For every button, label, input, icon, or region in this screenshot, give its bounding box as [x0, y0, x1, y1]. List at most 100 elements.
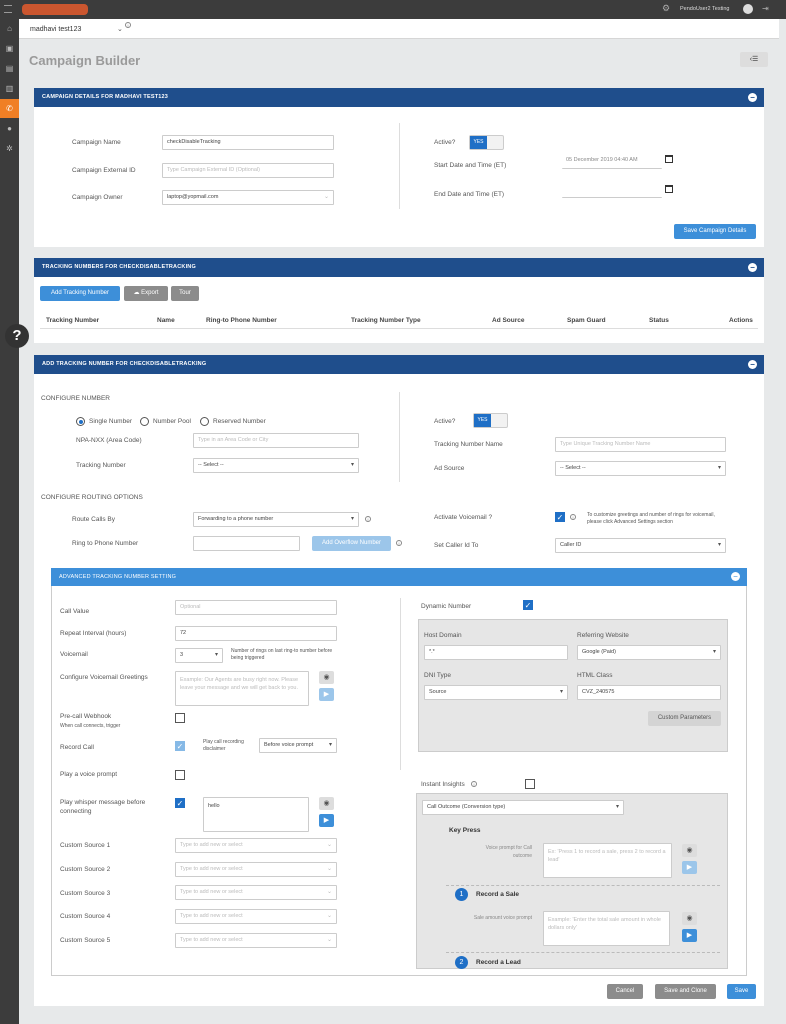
save-campaign-details-button[interactable]: Save Campaign Details: [674, 224, 756, 239]
reserved-number-radio[interactable]: [200, 417, 209, 426]
users-icon[interactable]: ●: [0, 119, 19, 138]
gear-icon[interactable]: ⚙: [662, 3, 670, 14]
cancel-button[interactable]: Cancel: [607, 984, 643, 999]
collapse-list-button[interactable]: ‹☰: [740, 52, 768, 67]
add-overflow-number-button[interactable]: Add Overflow Number: [312, 536, 391, 551]
chevron-down-icon: ⌄: [326, 842, 332, 848]
home-icon[interactable]: ⌂: [0, 19, 19, 38]
npa-input[interactable]: Type in an Area Code or City: [193, 433, 359, 448]
campaign-name-input[interactable]: checkDisableTracking: [162, 135, 334, 150]
route-calls-select[interactable]: Forwarding to a phone number ▾: [193, 512, 359, 527]
html-class-input[interactable]: CVZ_240575: [577, 685, 721, 700]
columns-icon[interactable]: ▥: [0, 79, 19, 98]
dni-type-select[interactable]: Source ▾: [424, 685, 568, 700]
ad-source-select[interactable]: -- Select -- ▾: [555, 461, 726, 476]
custom-parameters-button[interactable]: Custom Parameters: [648, 711, 721, 726]
instant-insights-checkbox[interactable]: [525, 779, 535, 789]
info-icon[interactable]: i: [471, 781, 477, 787]
chevron-down-icon: ⌄: [326, 889, 332, 895]
save-and-clone-button[interactable]: Save and Clone: [655, 984, 716, 999]
campaign-external-id-input[interactable]: Type Campaign External ID (Optional): [162, 163, 334, 178]
phone-icon[interactable]: ✆: [0, 99, 19, 118]
record-icon[interactable]: ◉: [682, 912, 697, 925]
tracking-number-name-input[interactable]: Type Unique Tracking Number Name: [555, 437, 726, 452]
advanced-settings-body: Call Value Optional Repeat Interval (hou…: [51, 586, 747, 976]
campaign-details-header: CAMPAIGN DETAILS FOR MADHAVI TEST123 −: [34, 88, 764, 107]
play-icon[interactable]: ▶: [319, 814, 334, 827]
end-date-label: End Date and Time (ET): [434, 191, 505, 198]
whisper-checkbox[interactable]: ✓: [175, 798, 185, 808]
add-tracking-number-button[interactable]: Add Tracking Number: [40, 286, 120, 301]
single-number-radio[interactable]: [76, 417, 85, 426]
chevron-down-icon: ▾: [615, 804, 619, 810]
play-icon[interactable]: ▶: [319, 688, 334, 701]
sale-amount-textarea[interactable]: Example: 'Enter the total sale amount in…: [543, 911, 670, 946]
voice-prompt-checkbox[interactable]: [175, 770, 185, 780]
repeat-interval-input[interactable]: 72: [175, 626, 337, 641]
number-pool-radio[interactable]: [140, 417, 149, 426]
collapse-icon[interactable]: −: [731, 572, 740, 581]
record-when-value: Before voice prompt: [264, 742, 314, 748]
campaign-owner-value: laptop@yopmail.com: [167, 194, 219, 200]
collapse-icon[interactable]: −: [748, 263, 757, 272]
info-icon[interactable]: i: [570, 514, 576, 520]
help-icon[interactable]: ?: [5, 324, 29, 348]
record-when-select[interactable]: Before voice prompt ▾: [259, 738, 337, 753]
record-icon[interactable]: ◉: [319, 671, 334, 684]
voicemail-rings-select[interactable]: 3 ▾: [175, 648, 223, 663]
tracking-number-select[interactable]: -- Select -- ▾: [193, 458, 359, 473]
menu-icon[interactable]: [4, 5, 12, 13]
account-select[interactable]: madhavi test123: [30, 26, 81, 33]
whisper-textarea[interactable]: hello: [203, 797, 309, 832]
image-icon[interactable]: ▣: [0, 39, 19, 58]
chevron-down-icon[interactable]: ⌄: [117, 25, 123, 33]
active-toggle[interactable]: YES: [469, 135, 504, 150]
ring-to-phone-label: Ring to Phone Number: [72, 540, 139, 547]
call-outcome-select[interactable]: Call Outcome (Conversion type) ▾: [422, 800, 624, 815]
campaign-details-panel: Campaign Name checkDisableTracking Campa…: [34, 107, 764, 247]
voicemail-rings-note: Number of rings on last ring-to number b…: [231, 648, 333, 661]
call-value-input[interactable]: Optional: [175, 600, 337, 615]
caller-id-select[interactable]: Caller ID ▾: [555, 538, 726, 553]
record-call-checkbox[interactable]: ✓: [175, 741, 185, 751]
photo-icon[interactable]: ▤: [0, 59, 19, 78]
precall-webhook-checkbox[interactable]: [175, 713, 185, 723]
info-icon[interactable]: i: [365, 516, 371, 522]
custom-source-select[interactable]: Type to add new or select ⌄: [175, 933, 337, 948]
ring-to-phone-input[interactable]: [193, 536, 300, 551]
user-avatar-icon[interactable]: [743, 4, 753, 14]
save-button[interactable]: Save: [727, 984, 756, 999]
greetings-textarea[interactable]: Example: Our Agents are busy right now. …: [175, 671, 309, 706]
export-button[interactable]: ☁ Export: [124, 286, 168, 301]
campaign-owner-select[interactable]: laptop@yopmail.com ⌄: [162, 190, 334, 205]
info-icon[interactable]: i: [125, 22, 131, 28]
custom-source-select[interactable]: Type to add new or select ⌄: [175, 838, 337, 853]
collapse-icon[interactable]: −: [748, 93, 757, 102]
play-icon[interactable]: ▶: [682, 929, 697, 942]
info-icon[interactable]: i: [396, 540, 402, 546]
custom-source-select[interactable]: Type to add new or select ⌄: [175, 909, 337, 924]
record-icon[interactable]: ◉: [319, 797, 334, 810]
settings-icon[interactable]: ✲: [0, 139, 19, 158]
custom-source-select[interactable]: Type to add new or select ⌄: [175, 885, 337, 900]
dynamic-number-checkbox[interactable]: ✓: [523, 600, 533, 610]
host-domain-input[interactable]: *.*: [424, 645, 568, 660]
voice-prompt-outcome-textarea[interactable]: Ex: 'Press 1 to record a sale, press 2 t…: [543, 843, 672, 878]
collapse-icon[interactable]: −: [748, 360, 757, 369]
play-icon[interactable]: ▶: [682, 861, 697, 874]
call-outcome-value: Call Outcome (Conversion type): [427, 804, 506, 810]
record-icon[interactable]: ◉: [682, 844, 697, 857]
custom-source-select[interactable]: Type to add new or select ⌄: [175, 862, 337, 877]
user-name[interactable]: PendoUser2 Testing: [680, 6, 729, 12]
start-date-input[interactable]: 05 December 2019 04:40 AM: [562, 154, 662, 169]
voicemail-checkbox[interactable]: ✓: [555, 512, 565, 522]
calendar-icon[interactable]: [665, 155, 673, 163]
end-date-input[interactable]: [562, 183, 662, 198]
npa-label: NPA-NXX (Area Code): [76, 437, 142, 444]
calendar-icon[interactable]: [665, 185, 673, 193]
column-header: Tracking Number Type: [351, 317, 421, 324]
active-toggle[interactable]: YES: [473, 413, 508, 428]
logout-icon[interactable]: ⇥: [762, 4, 769, 13]
referring-website-select[interactable]: Google (Paid) ▾: [577, 645, 721, 660]
tour-button[interactable]: Tour: [171, 286, 199, 301]
